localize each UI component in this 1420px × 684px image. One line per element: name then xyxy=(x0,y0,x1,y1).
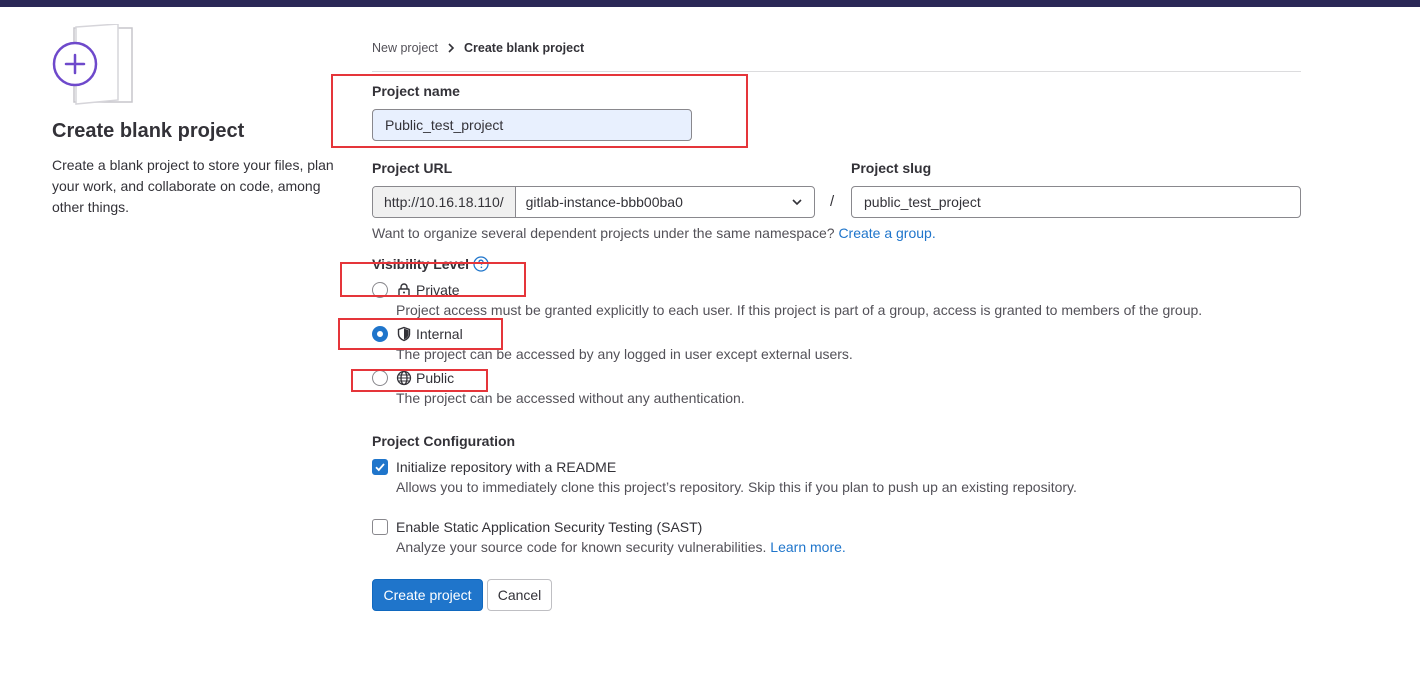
lock-icon xyxy=(398,283,410,297)
cancel-button[interactable]: Cancel xyxy=(487,579,552,611)
namespace-value: gitlab-instance-bbb00ba0 xyxy=(525,194,683,210)
namespace-help-text: Want to organize several dependent proje… xyxy=(372,225,835,241)
project-configuration-label: Project Configuration xyxy=(372,433,516,449)
url-separator: / xyxy=(830,193,835,210)
learn-more-link[interactable]: Learn more. xyxy=(770,539,845,555)
url-prefix: http://10.16.18.110/ xyxy=(373,187,516,217)
sast-checkbox[interactable] xyxy=(372,519,388,535)
visibility-public-description: The project can be accessed without any … xyxy=(396,390,745,406)
visibility-internal-label: Internal xyxy=(416,326,463,342)
project-slug-input[interactable]: public_test_project xyxy=(851,186,1301,218)
page-title: Create blank project xyxy=(52,120,245,142)
visibility-public-option[interactable]: Public xyxy=(396,370,454,386)
visibility-level-label: Visibility Level xyxy=(372,256,489,272)
sast-description: Analyze your source code for known secur… xyxy=(396,539,767,555)
shield-icon xyxy=(397,326,411,342)
visibility-public-radio[interactable] xyxy=(372,370,388,386)
visibility-internal-radio[interactable] xyxy=(372,326,388,342)
plus-circle-icon xyxy=(52,23,136,106)
page-description: Create a blank project to store your fil… xyxy=(52,157,334,215)
visibility-public-label: Public xyxy=(416,370,455,386)
namespace-help: Want to organize several dependent proje… xyxy=(372,225,936,241)
visibility-private-option[interactable]: Private xyxy=(396,282,460,298)
sast-label[interactable]: Enable Static Application Security Testi… xyxy=(396,519,702,535)
project-name-label: Project name xyxy=(372,83,460,99)
readme-label[interactable]: Initialize repository with a README xyxy=(396,459,616,475)
readme-description: Allows you to immediately clone this pro… xyxy=(396,479,1077,495)
breadcrumb-current: Create blank project xyxy=(464,41,585,55)
project-url-group: http://10.16.18.110/ gitlab-instance-bbb… xyxy=(372,186,815,218)
namespace-select[interactable]: gitlab-instance-bbb00ba0 xyxy=(516,187,814,217)
chevron-right-icon xyxy=(448,43,455,53)
create-group-link[interactable]: Create a group. xyxy=(838,225,935,241)
project-name-input[interactable]: Public_test_project xyxy=(372,109,692,141)
visibility-internal-description: The project can be accessed by any logge… xyxy=(396,346,853,362)
visibility-private-label: Private xyxy=(416,282,460,298)
visibility-private-description: Project access must be granted explicitl… xyxy=(396,302,1203,318)
project-slug-label: Project slug xyxy=(851,160,932,176)
sast-description-row: Analyze your source code for known secur… xyxy=(396,539,846,555)
top-bar xyxy=(0,0,1420,7)
chevron-down-icon xyxy=(792,199,802,206)
visibility-internal-option[interactable]: Internal xyxy=(396,326,463,342)
visibility-label-text: Visibility Level xyxy=(372,256,470,272)
globe-icon xyxy=(396,370,412,386)
breadcrumb-new-project[interactable]: New project xyxy=(372,41,438,55)
question-circle-icon[interactable] xyxy=(473,256,489,272)
breadcrumb-divider xyxy=(372,71,1301,72)
breadcrumb: New project Create blank project xyxy=(372,41,584,55)
project-url-label: Project URL xyxy=(372,160,453,176)
visibility-private-radio[interactable] xyxy=(372,282,388,298)
check-icon xyxy=(375,463,385,472)
create-project-button[interactable]: Create project xyxy=(372,579,483,611)
readme-checkbox[interactable] xyxy=(372,459,388,475)
